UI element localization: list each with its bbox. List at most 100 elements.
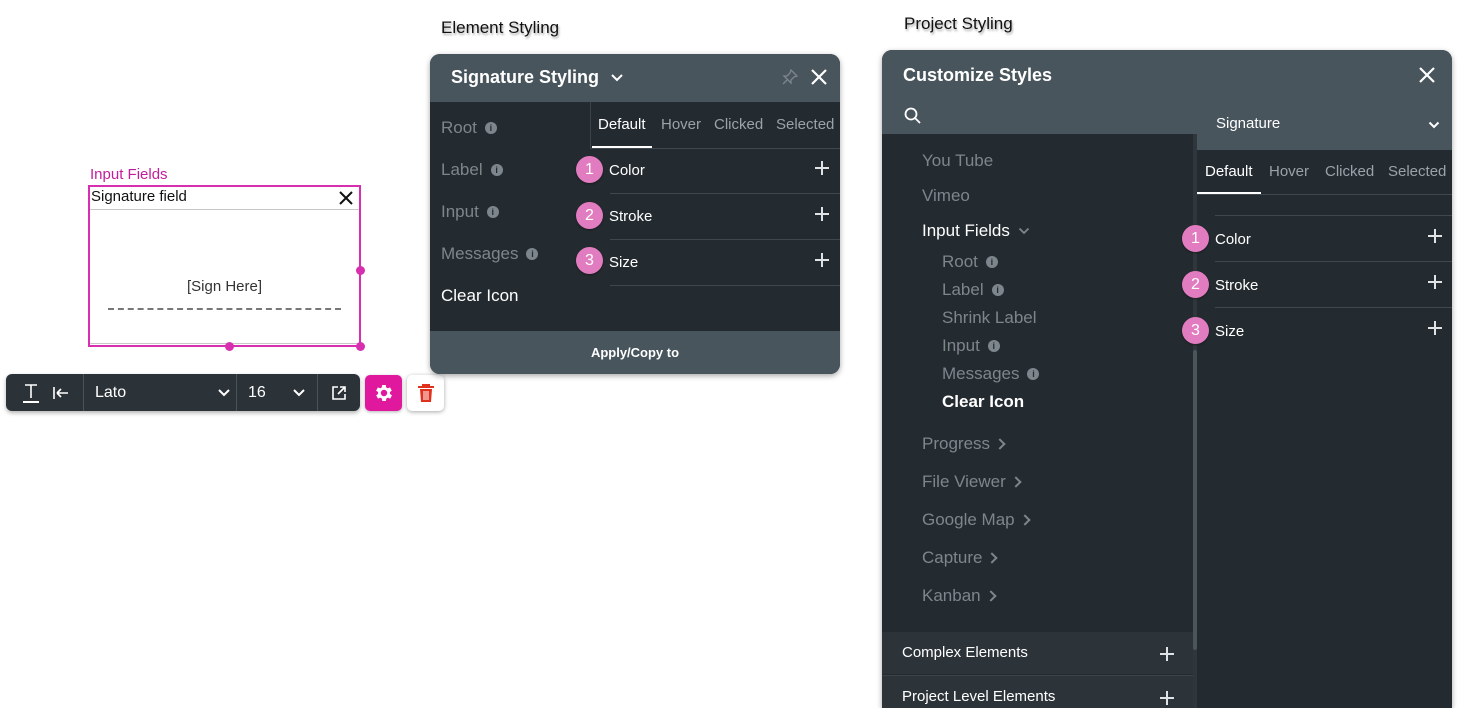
- font-size-value: 16: [248, 383, 266, 401]
- property-color[interactable]: Color: [609, 162, 645, 179]
- plus-icon[interactable]: [815, 161, 829, 175]
- property-stroke[interactable]: Stroke: [1215, 277, 1258, 294]
- apply-copy-button[interactable]: Apply/Copy to: [430, 331, 840, 374]
- panel-header: Signature Styling: [430, 54, 840, 102]
- chevron-right-icon: [1018, 514, 1031, 526]
- close-icon[interactable]: [810, 68, 828, 86]
- property-stroke[interactable]: Stroke: [609, 208, 652, 225]
- close-icon[interactable]: [337, 189, 355, 207]
- panel-title-text: Signature Styling: [451, 67, 600, 87]
- open-link-button[interactable]: [324, 374, 354, 411]
- tree-item-file-viewer[interactable]: File Viewer: [922, 472, 1022, 492]
- property-color[interactable]: Color: [1215, 231, 1251, 248]
- tab-default[interactable]: Default: [1205, 163, 1253, 180]
- tree-item-label: Label: [942, 280, 984, 299]
- sidebar-item-clear-icon[interactable]: Clear Icon: [441, 286, 518, 306]
- pin-icon[interactable]: [782, 69, 798, 85]
- chevron-down-icon: [1428, 121, 1440, 129]
- search-bar[interactable]: [882, 100, 1197, 134]
- tree-item-progress[interactable]: Progress: [922, 434, 1006, 454]
- step-badge: 1: [1182, 225, 1209, 252]
- info-icon: i: [991, 284, 1004, 296]
- info-icon: i: [490, 164, 503, 176]
- resize-handle-right[interactable]: [356, 266, 365, 275]
- plus-icon[interactable]: [1428, 321, 1442, 335]
- align-button[interactable]: [48, 374, 74, 411]
- plus-icon[interactable]: [1428, 229, 1442, 243]
- plus-icon[interactable]: [815, 207, 829, 221]
- element-styling-caption: Element Styling: [441, 18, 560, 37]
- tree-item-kanban[interactable]: Kanban: [922, 586, 997, 606]
- tree-item-clear-icon[interactable]: Clear Icon: [942, 392, 1024, 412]
- tab-selected[interactable]: Selected: [1388, 163, 1446, 180]
- chevron-down-icon: [218, 388, 230, 396]
- delete-button[interactable]: [407, 375, 444, 411]
- tree-item-you-tube[interactable]: You Tube: [922, 151, 993, 171]
- tree-item-label[interactable]: Label i: [942, 280, 1004, 300]
- tab-clicked[interactable]: Clicked: [1325, 163, 1374, 180]
- element-styling-panel: Signature Styling Root i Label i Input i…: [430, 54, 840, 374]
- tab-default[interactable]: Default: [598, 116, 646, 133]
- sidebar-item-label[interactable]: Label i: [441, 160, 503, 180]
- property-size[interactable]: Size: [609, 254, 638, 271]
- font-family-select[interactable]: Lato: [95, 374, 233, 411]
- section-project-level-elements[interactable]: Project Level Elements: [882, 675, 1193, 708]
- plus-icon[interactable]: [815, 253, 829, 267]
- plus-icon[interactable]: [1428, 275, 1442, 289]
- sidebar-item-label: Clear Icon: [441, 286, 519, 305]
- tree-item-messages[interactable]: Messages i: [942, 364, 1040, 384]
- chevron-down-icon: [1018, 227, 1030, 234]
- tree-item-label: Root: [942, 252, 978, 271]
- signature-field-title: Signature field: [91, 188, 187, 205]
- info-icon: i: [486, 206, 499, 218]
- info-icon: i: [985, 256, 998, 268]
- text-color-button[interactable]: [18, 374, 44, 411]
- tree-item-input[interactable]: Input i: [942, 336, 1000, 356]
- element-select[interactable]: Signature: [1197, 100, 1452, 150]
- signature-line: [108, 308, 341, 310]
- tree-item-input-fields[interactable]: Input Fields: [922, 221, 1030, 241]
- tree-item-label: Input Fields: [922, 221, 1010, 240]
- tree-item-label: Capture: [922, 548, 983, 567]
- sidebar-item-input[interactable]: Input i: [441, 202, 499, 222]
- resize-handle-bottom[interactable]: [225, 342, 234, 351]
- settings-button[interactable]: [365, 375, 402, 411]
- step-badge: 3: [1182, 317, 1209, 344]
- external-link-icon: [332, 385, 346, 400]
- search-icon: [904, 107, 921, 124]
- section-complex-elements[interactable]: Complex Elements: [882, 632, 1193, 674]
- info-icon: i: [526, 248, 539, 260]
- tab-hover[interactable]: Hover: [661, 116, 701, 133]
- plus-icon: [1160, 647, 1174, 661]
- trash-icon: [417, 384, 434, 402]
- resize-handle-corner[interactable]: [356, 342, 365, 351]
- sidebar-item-messages[interactable]: Messages i: [441, 244, 539, 264]
- tree-item-vimeo[interactable]: Vimeo: [922, 186, 970, 206]
- close-icon[interactable]: [1418, 66, 1436, 84]
- property-size[interactable]: Size: [1215, 323, 1244, 340]
- tree-item-capture[interactable]: Capture: [922, 548, 999, 568]
- signature-element[interactable]: Signature field [Sign Here]: [88, 185, 361, 347]
- tree-item-root[interactable]: Root i: [942, 252, 998, 272]
- chevron-right-icon: [994, 438, 1006, 450]
- tab-clicked[interactable]: Clicked: [714, 116, 763, 133]
- tree-item-shrink-label[interactable]: Shrink Label: [942, 308, 1037, 328]
- sidebar-item-root[interactable]: Root i: [441, 118, 497, 138]
- tree-item-label: File Viewer: [922, 472, 1006, 491]
- panel-title[interactable]: Signature Styling: [451, 67, 624, 88]
- step-badge: 2: [1182, 271, 1209, 298]
- panel-title: Customize Styles: [903, 65, 1053, 85]
- tree-item-google-map[interactable]: Google Map: [922, 510, 1031, 530]
- font-size-select[interactable]: 16: [248, 374, 308, 411]
- chevron-down-icon: [293, 388, 305, 396]
- tree-item-label: Progress: [922, 434, 991, 453]
- tab-hover[interactable]: Hover: [1269, 163, 1309, 180]
- tree-item-label: Clear Icon: [942, 392, 1025, 411]
- info-icon: i: [987, 340, 1000, 352]
- tree-item-label: Kanban: [922, 586, 981, 605]
- sign-here-text: [Sign Here]: [186, 278, 263, 295]
- tree-item-label: Input: [942, 336, 980, 355]
- align-left-icon: [53, 386, 68, 399]
- tab-selected[interactable]: Selected: [776, 116, 834, 133]
- step-badge: 1: [576, 156, 603, 183]
